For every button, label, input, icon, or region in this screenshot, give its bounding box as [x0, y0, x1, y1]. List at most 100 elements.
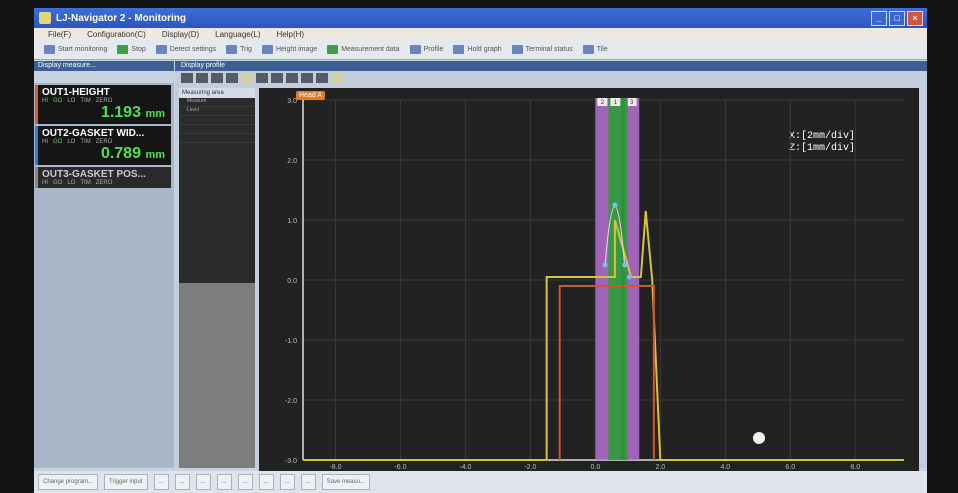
status-button[interactable]: ... [195, 474, 211, 490]
output-unit: mm [145, 149, 165, 161]
tile-button[interactable]: Tile [582, 45, 608, 54]
x-tick-label: 2.0 [655, 464, 665, 471]
start-monitoring-button[interactable]: Start monitoring [44, 45, 107, 54]
measure-point [626, 274, 632, 280]
status-button[interactable]: ... [153, 474, 169, 490]
stop-button[interactable]: Stop [117, 45, 146, 54]
measure-point [602, 262, 608, 268]
graph-icon [453, 45, 465, 54]
led-go: GO [53, 139, 63, 145]
status-button[interactable]: ... [300, 474, 316, 490]
menu-bar: File(F) Configuration(C) Display(D) Lang… [34, 28, 927, 40]
detect-settings-button[interactable]: Detect settings [155, 45, 216, 54]
window-title: LJ-Navigator 2 - Monitoring [56, 12, 186, 24]
area-row-empty [179, 125, 255, 134]
led-lo: LO [67, 139, 76, 145]
trigger-input-button[interactable]: Trigger input [104, 474, 148, 490]
measurement-data-button[interactable]: Measurement data [327, 45, 400, 54]
reset-icon[interactable] [241, 73, 253, 83]
measure-icon[interactable] [286, 73, 298, 83]
output-1[interactable]: OUT1-HEIGHT HI GO LO TIM ZERO 1.193 mm [35, 85, 171, 124]
save-measurement-button[interactable]: Save measu... [321, 474, 370, 490]
monitor-bezel: LJ-Navigator 2 - Monitoring _ □ × File(F… [0, 0, 958, 493]
settings-icon [155, 45, 167, 54]
profile-toolbar [175, 71, 927, 85]
menu-display[interactable]: Display(D) [162, 30, 199, 39]
measure-zone [608, 98, 628, 460]
output-value: 0.789 [100, 145, 141, 162]
x-tick-label: 8.0 [850, 464, 860, 471]
hold-graph-button[interactable]: Hold graph [453, 45, 502, 54]
measure-point [622, 262, 628, 268]
y-tick-label: 0.0 [287, 278, 297, 285]
grid-icon[interactable] [256, 73, 268, 83]
measure-panel-title: Display measure... [34, 61, 174, 71]
head-a-tab[interactable]: Head A [296, 91, 325, 100]
maximize-button[interactable]: □ [889, 11, 905, 26]
zoom-fit-icon[interactable] [211, 73, 223, 83]
measuring-area-header: Measuring area [179, 88, 255, 98]
output-leds: HI GO LO TIM ZERO [42, 180, 167, 186]
x-tick-label: 0.0 [591, 464, 601, 471]
led-go: GO [53, 180, 63, 186]
export-icon[interactable] [316, 73, 328, 83]
led-tim: TIM [80, 180, 91, 186]
status-button[interactable]: ... [174, 474, 190, 490]
height-image-button[interactable]: Height image [261, 45, 317, 54]
output-2[interactable]: OUT2-GASKET WID... HI GO LO TIM ZERO 0.7… [35, 126, 171, 165]
terminal-status-button[interactable]: Terminal status [511, 45, 573, 54]
status-button[interactable]: ... [237, 474, 253, 490]
menu-help[interactable]: Help(H) [277, 30, 305, 39]
measure-panel-toolbar [34, 71, 174, 83]
app-screen: LJ-Navigator 2 - Monitoring _ □ × File(F… [34, 8, 927, 493]
bottom-bar: Change program... Trigger input ... ... … [34, 471, 927, 493]
led-tim: TIM [80, 98, 91, 104]
menu-file[interactable]: File(F) [48, 30, 71, 39]
area-row-measure[interactable]: Measure [179, 98, 255, 107]
main-toolbar: Start monitoring Stop Detect settings Tr… [34, 40, 927, 60]
pause-icon [117, 45, 129, 54]
led-hi: HI [42, 139, 48, 145]
window-controls: _ □ × [871, 11, 923, 26]
output-color-bar [35, 126, 38, 165]
terminal-icon [511, 45, 523, 54]
area-row-level[interactable]: Level [179, 107, 255, 116]
title-bar: LJ-Navigator 2 - Monitoring _ □ × [34, 8, 927, 28]
camera-icon[interactable] [301, 73, 313, 83]
area-row-empty [179, 134, 255, 143]
y-tick-label: -1.0 [285, 338, 297, 345]
measuring-area-list: Measuring area Measure Level [179, 88, 255, 468]
scale-z-label: Z:[1mm/div] [789, 142, 855, 154]
x-tick-label: 6.0 [785, 464, 795, 471]
status-button[interactable]: ... [216, 474, 232, 490]
profile-icon [409, 45, 421, 54]
zoom-out-icon[interactable] [196, 73, 208, 83]
x-tick-label: -4.0 [459, 464, 471, 471]
cursor-icon[interactable] [271, 73, 283, 83]
y-tick-label: -3.0 [285, 458, 297, 465]
close-button[interactable]: × [907, 11, 923, 26]
image-icon [261, 45, 273, 54]
data-icon [327, 45, 339, 54]
status-button[interactable]: ... [258, 474, 274, 490]
minimize-button[interactable]: _ [871, 11, 887, 26]
y-tick-label: 1.0 [287, 218, 297, 225]
output-3[interactable]: OUT3-GASKET POS... HI GO LO TIM ZERO [35, 167, 171, 188]
trig-button[interactable]: Trig [226, 45, 252, 54]
x-tick-label: -6.0 [394, 464, 406, 471]
layer-icon[interactable] [331, 73, 343, 83]
menu-language[interactable]: Language(L) [215, 30, 260, 39]
menu-configuration[interactable]: Configuration(C) [87, 30, 146, 39]
app-icon [39, 12, 51, 24]
pan-icon[interactable] [226, 73, 238, 83]
mouse-cursor [753, 432, 765, 444]
change-program-button[interactable]: Change program... [38, 474, 99, 490]
led-hi: HI [42, 180, 48, 186]
profile-graph[interactable]: X:[2mm/div] Z:[1mm/div] 3.02.01.00.0-1.0… [259, 88, 919, 471]
status-button[interactable]: ... [279, 474, 295, 490]
led-tim: TIM [80, 139, 91, 145]
profile-button[interactable]: Profile [409, 45, 443, 54]
led-hi: HI [42, 98, 48, 104]
zoom-in-icon[interactable] [181, 73, 193, 83]
led-go: GO [53, 98, 63, 104]
